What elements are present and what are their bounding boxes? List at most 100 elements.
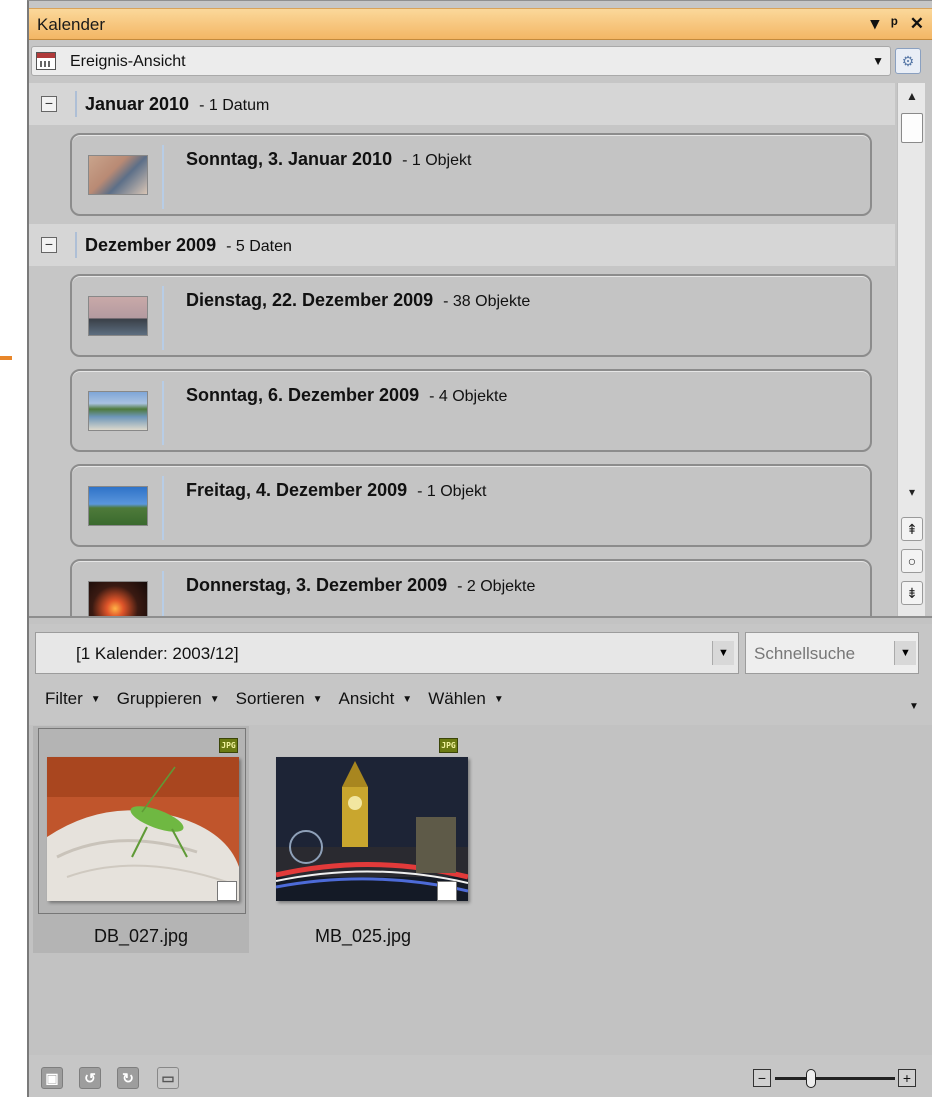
select-checkbox[interactable] — [437, 881, 457, 901]
jpg-badge-icon: JPG — [439, 738, 458, 753]
separator — [162, 381, 164, 445]
zoom-knob[interactable] — [806, 1069, 816, 1088]
view-settings-button[interactable]: ⚙ — [895, 48, 921, 74]
menu-filter-label: Filter — [45, 689, 83, 708]
file-thumbnail — [47, 757, 239, 901]
collapse-icon[interactable]: − — [41, 96, 57, 112]
separator — [75, 91, 77, 117]
day-thumbnail — [88, 296, 148, 336]
chevron-down-icon: ▼ — [312, 694, 323, 706]
window-icon[interactable]: ▭ — [157, 1067, 179, 1089]
day-thumbnail — [88, 155, 148, 195]
chevron-down-icon: ▼ — [209, 694, 220, 706]
day-title: Dienstag, 22. Dezember 2009 - 38 Objekte — [186, 290, 530, 311]
day-label: Sonntag, 3. Januar 2010 — [186, 149, 393, 169]
day-card[interactable]: Freitag, 4. Dezember 2009 - 1 Objekt — [70, 464, 872, 547]
scroll-up-arrow[interactable]: ▲ — [901, 89, 923, 103]
menu-select[interactable]: Wählen ▼ — [428, 689, 504, 715]
group-month-label: Dezember 2009 — [85, 235, 217, 255]
group-count: - 5 Daten — [226, 238, 292, 255]
zoom-track[interactable] — [775, 1077, 895, 1080]
zoom-in-icon[interactable]: + — [898, 1069, 916, 1087]
day-label: Donnerstag, 3. Dezember 2009 — [186, 575, 448, 595]
file-thumbnail — [276, 757, 468, 901]
scroll-down-arrow[interactable]: ▾ — [901, 485, 923, 499]
pin-icon[interactable]: ᵖ — [891, 14, 898, 34]
menu-group-label: Gruppieren — [116, 689, 202, 708]
group-month: Dezember 2009 - 5 Daten — [85, 235, 292, 256]
rotate-left-icon[interactable]: ↺ — [79, 1067, 101, 1089]
group-month-label: Januar 2010 — [85, 94, 190, 114]
print-icon[interactable]: ▣ — [41, 1067, 63, 1089]
chevron-down-icon[interactable]: ▼ — [712, 641, 734, 665]
group-header-dezember-2009[interactable]: − Dezember 2009 - 5 Daten — [29, 224, 895, 266]
thumbnail-grid: JPG DB_027.jpg JPG MB_025.jpg — [29, 725, 932, 1055]
menu-group[interactable]: Gruppieren ▼ — [117, 689, 220, 715]
day-count: - 4 Objekte — [429, 388, 508, 405]
jpg-badge-icon: JPG — [219, 738, 238, 753]
separator — [75, 232, 77, 258]
dropdown-arrow-icon[interactable]: ▾ — [871, 14, 880, 34]
day-card[interactable]: Donnerstag, 3. Dezember 2009 - 2 Objekte — [70, 559, 872, 616]
separator — [162, 476, 164, 540]
quick-search-placeholder: Schnellsuche — [754, 644, 856, 663]
collapse-icon[interactable]: − — [41, 237, 57, 253]
day-count: - 1 Objekt — [402, 152, 472, 169]
select-checkbox[interactable] — [217, 881, 237, 901]
day-count: - 38 Objekte — [443, 293, 531, 310]
zoom-out-icon[interactable]: − — [753, 1069, 771, 1087]
day-title: Donnerstag, 3. Dezember 2009 - 2 Objekte — [186, 575, 535, 596]
day-thumbnail — [88, 391, 148, 431]
close-icon[interactable]: ✕ — [910, 14, 924, 34]
day-title: Sonntag, 3. Januar 2010 - 1 Objekt — [186, 149, 471, 170]
group-count: - 1 Datum — [199, 97, 270, 114]
group-header-januar-2010[interactable]: − Januar 2010 - 1 Datum — [29, 83, 895, 125]
menu-view-label: Ansicht — [338, 689, 395, 708]
file-name: MB_025.jpg — [314, 926, 412, 946]
toolbar-menu: Filter ▼ Gruppieren ▼ Sortieren ▼ Ansicht ▼ … — [45, 689, 504, 715]
view-selector[interactable]: Ereignis-Ansicht ▼ — [31, 46, 891, 76]
day-thumbnail — [88, 581, 148, 616]
scroll-bottom-icon[interactable]: ⇟ — [901, 581, 923, 605]
chevron-down-icon: ▼ — [402, 694, 413, 706]
filter-value: [1 Kalender: 2003/12] — [76, 644, 239, 663]
day-thumbnail — [88, 486, 148, 526]
quick-search-input[interactable]: Schnellsuche ▼ — [745, 632, 919, 674]
overflow-menu-icon[interactable]: ▼ — [909, 701, 919, 712]
rotate-right-icon[interactable]: ↻ — [117, 1067, 139, 1089]
chevron-down-icon[interactable]: ▼ — [872, 54, 884, 68]
day-label: Sonntag, 6. Dezember 2009 — [186, 385, 420, 405]
day-label: Dienstag, 22. Dezember 2009 — [186, 290, 434, 310]
day-card[interactable]: Sonntag, 3. Januar 2010 - 1 Objekt — [70, 133, 872, 216]
panel-title: Kalender — [37, 15, 106, 34]
scroll-top-icon[interactable]: ⇞ — [901, 517, 923, 541]
day-count: - 2 Objekte — [457, 578, 536, 595]
scroll-center-icon[interactable]: ○ — [901, 549, 923, 573]
file-tile[interactable]: JPG DB_027.jpg — [33, 726, 249, 953]
event-list: − Januar 2010 - 1 Datum Sonntag, 3. Janua… — [29, 83, 895, 616]
chevron-down-icon: ▼ — [493, 694, 504, 706]
menu-sort[interactable]: Sortieren ▼ — [236, 689, 323, 715]
separator — [162, 286, 164, 350]
zoom-slider[interactable]: − + — [753, 1067, 923, 1091]
file-tile[interactable]: JPG MB_025.jpg — [255, 726, 471, 953]
grasshopper-photo — [47, 757, 239, 901]
day-count: - 1 Objekt — [417, 483, 487, 500]
day-card[interactable]: Sonntag, 6. Dezember 2009 - 4 Objekte — [70, 369, 872, 452]
panel-splitter[interactable] — [29, 616, 932, 624]
chevron-down-icon[interactable]: ▼ — [894, 641, 916, 665]
calendar-filter-combo[interactable]: [1 Kalender: 2003/12] ▼ — [35, 632, 739, 674]
day-label: Freitag, 4. Dezember 2009 — [186, 480, 408, 500]
day-title: Sonntag, 6. Dezember 2009 - 4 Objekte — [186, 385, 507, 406]
menu-filter[interactable]: Filter ▼ — [45, 689, 101, 715]
scroll-thumb[interactable] — [901, 113, 923, 143]
event-list-scrollbar[interactable]: ▲ ▾ ⇞ ○ ⇟ — [897, 83, 925, 616]
day-card[interactable]: Dienstag, 22. Dezember 2009 - 38 Objekte — [70, 274, 872, 357]
menu-select-label: Wählen — [428, 689, 486, 708]
chevron-down-icon: ▼ — [90, 694, 101, 706]
view-selector-value: Ereignis-Ansicht — [70, 53, 186, 70]
group-month: Januar 2010 - 1 Datum — [85, 94, 269, 115]
file-name: DB_027.jpg — [93, 926, 189, 946]
menu-view[interactable]: Ansicht ▼ — [339, 689, 413, 715]
calendar-icon — [36, 52, 56, 70]
